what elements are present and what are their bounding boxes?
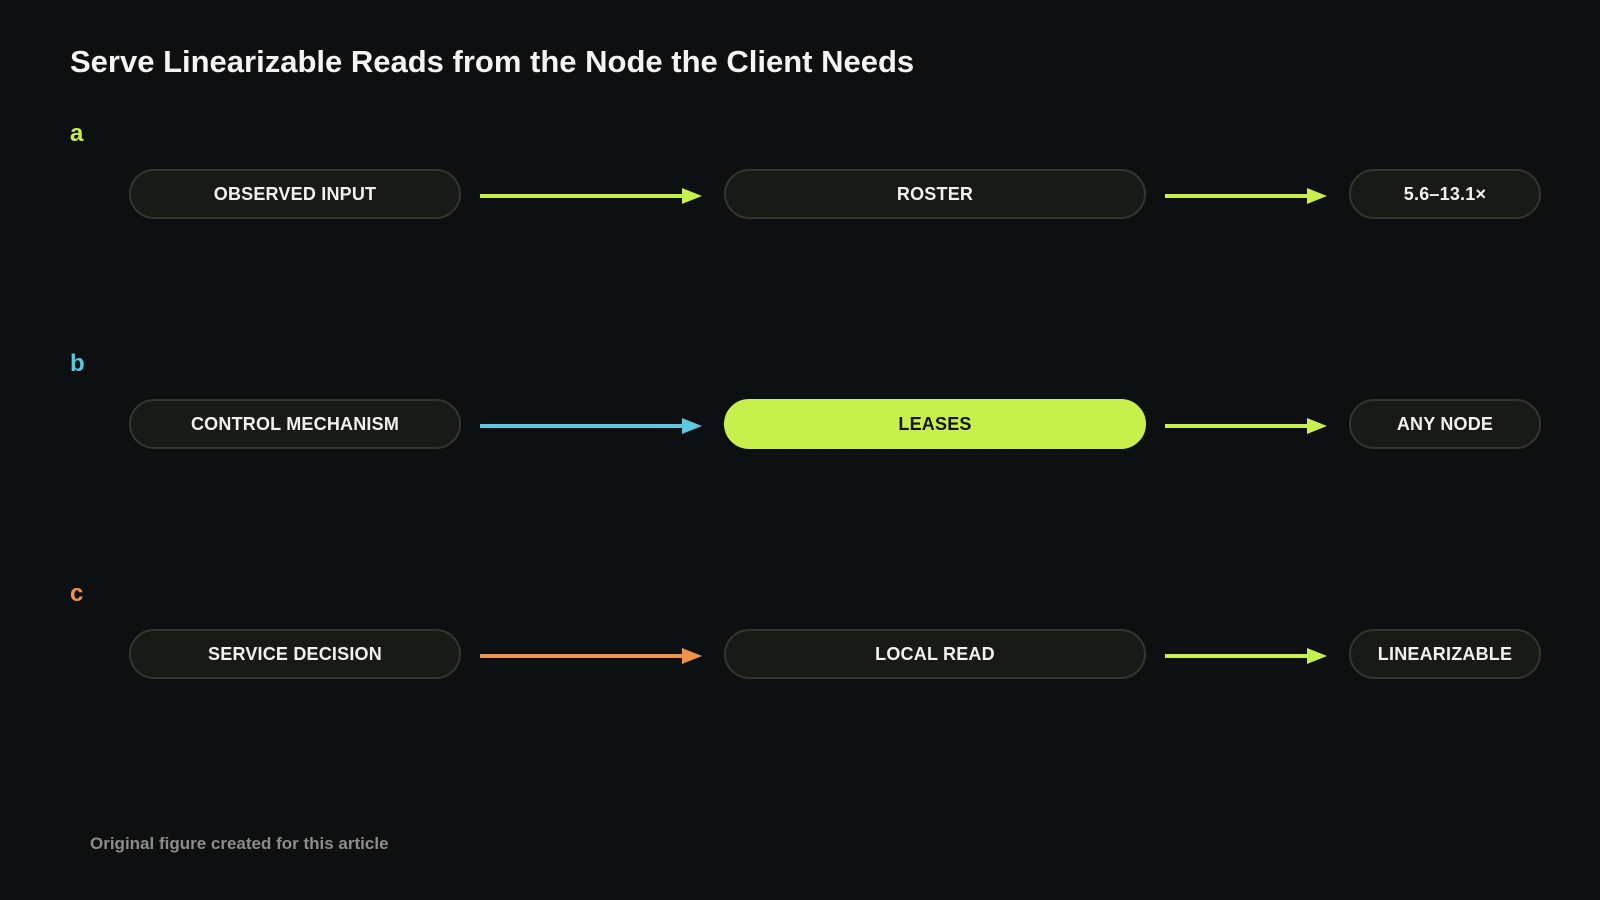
node-any-node: ANY NODE [1349,399,1541,449]
arrow-observed-input-to-roster [480,188,702,204]
row-c-letter: c [70,580,84,607]
arrow-leases-to-any-node [1165,418,1327,434]
node-service-decision: SERVICE DECISION [129,629,461,679]
node-control-mechanism: CONTROL MECHANISM [129,399,461,449]
arrow-control-mechanism-to-leases [480,418,702,434]
diagram-page: Serve Linearizable Reads from the Node t… [0,0,1600,900]
row-a-letter: a [70,120,84,147]
node-roster: ROSTER [724,169,1146,219]
node-observed-input: OBSERVED INPUT [129,169,461,219]
node-linearizable: LINEARIZABLE [1349,629,1541,679]
arrow-service-decision-to-local-read [480,648,702,664]
figure-credit: Original figure created for this article [90,834,389,853]
node-local-read: LOCAL READ [724,629,1146,679]
node-leases: LEASES [724,399,1146,449]
arrow-roster-to-speedup [1165,188,1327,204]
row-b-letter: b [70,350,85,377]
arrow-local-read-to-linearizable [1165,648,1327,664]
page-title: Serve Linearizable Reads from the Node t… [70,44,915,79]
node-speedup-range: 5.6–13.1× [1349,169,1541,219]
